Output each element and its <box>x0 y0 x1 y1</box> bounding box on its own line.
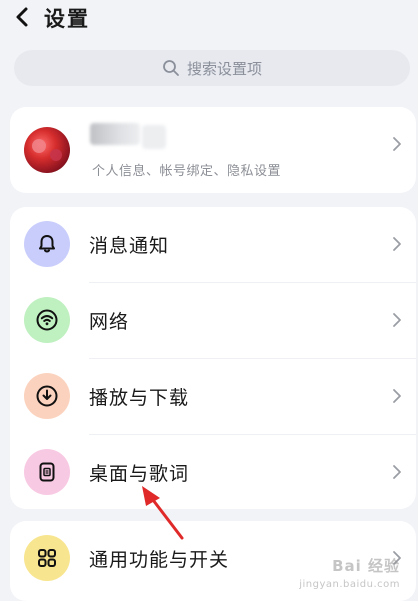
menu-item-play-download[interactable]: 播放与下载 <box>10 359 416 434</box>
lyrics-widget-icon <box>39 462 55 482</box>
chevron-left-icon[interactable] <box>10 4 36 30</box>
lyrics-widget-icon-bg <box>24 449 70 495</box>
search-bar[interactable]: 搜索设置项 <box>14 50 410 86</box>
bell-icon-bg <box>24 221 70 267</box>
avatar <box>24 127 70 173</box>
profile-card[interactable]: 个人信息、帐号绑定、隐私设置 <box>10 107 416 193</box>
chevron-right-icon <box>393 237 401 251</box>
menu-item-label: 播放与下载 <box>89 387 190 409</box>
menu-item-desktop-lyrics[interactable]: 桌面与歌词 <box>10 435 416 509</box>
menu-item-label: 通用功能与开关 <box>89 549 230 571</box>
menu-item-label: 消息通知 <box>89 235 170 257</box>
menu-item-label: 桌面与歌词 <box>89 463 190 485</box>
username-blurred-2 <box>142 125 166 149</box>
search-icon <box>163 60 179 76</box>
grid-icon <box>38 549 56 567</box>
bell-icon <box>39 235 55 253</box>
grid-icon-bg <box>24 535 70 581</box>
menu-item-label: 网络 <box>89 311 130 333</box>
chevron-right-icon <box>393 389 401 403</box>
search-placeholder: 搜索设置项 <box>186 59 262 78</box>
chevron-right-icon <box>393 313 401 327</box>
wifi-icon <box>36 309 58 331</box>
profile-subtitle: 个人信息、帐号绑定、隐私设置 <box>92 164 282 179</box>
username-blurred <box>90 123 140 145</box>
page-title: 设置 <box>44 7 90 31</box>
settings-menu-card: 消息通知 网络 播放与下载 桌面与歌词 <box>10 207 416 509</box>
download-icon-bg <box>24 373 70 419</box>
annotation-arrow-icon <box>142 486 184 540</box>
header-bar: 设置 <box>0 0 418 36</box>
chevron-right-icon <box>393 137 401 151</box>
chevron-right-icon <box>393 465 401 479</box>
download-icon <box>36 385 58 407</box>
watermark-text: Bai 经验 <box>332 557 400 575</box>
menu-item-notifications[interactable]: 消息通知 <box>10 207 416 282</box>
watermark-url: jingyan.baidu.com <box>299 579 400 590</box>
menu-item-network[interactable]: 网络 <box>10 283 416 358</box>
wifi-icon-bg <box>24 297 70 343</box>
